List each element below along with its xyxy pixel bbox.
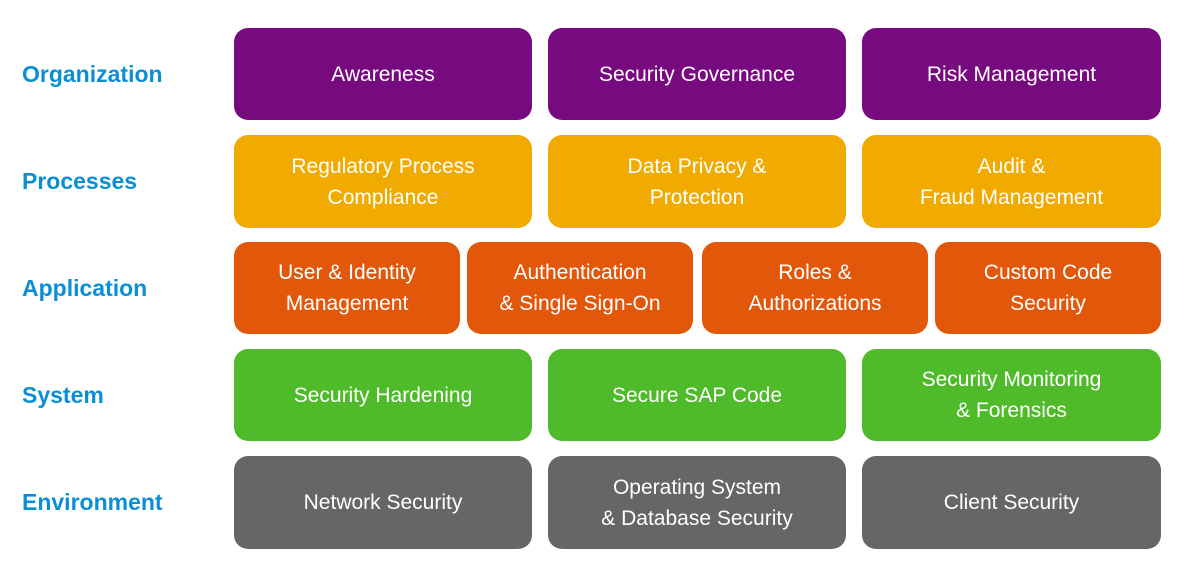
layer-label-processes: Processes <box>22 167 138 194</box>
block-data-privacy-protection: Data Privacy & Protection <box>548 135 846 228</box>
layer-label-environment: Environment <box>22 488 163 515</box>
block-security-monitoring-forensics: Security Monitoring & Forensics <box>862 349 1161 441</box>
block-security-hardening: Security Hardening <box>234 349 532 441</box>
block-custom-code-security: Custom Code Security <box>935 242 1161 334</box>
block-regulatory-process-compliance: Regulatory Process Compliance <box>234 135 532 228</box>
block-roles-authorizations: Roles & Authorizations <box>702 242 928 334</box>
block-user-identity-management: User & Identity Management <box>234 242 460 334</box>
block-awareness: Awareness <box>234 28 532 120</box>
block-os-database-security: Operating System & Database Security <box>548 456 846 549</box>
block-secure-sap-code: Secure SAP Code <box>548 349 846 441</box>
block-audit-fraud-management: Audit & Fraud Management <box>862 135 1161 228</box>
block-client-security: Client Security <box>862 456 1161 549</box>
layer-label-organization: Organization <box>22 60 163 87</box>
layer-label-application: Application <box>22 274 148 301</box>
block-risk-management: Risk Management <box>862 28 1161 120</box>
block-network-security: Network Security <box>234 456 532 549</box>
block-security-governance: Security Governance <box>548 28 846 120</box>
layer-label-system: System <box>22 381 104 408</box>
block-authentication-sso: Authentication & Single Sign-On <box>467 242 693 334</box>
